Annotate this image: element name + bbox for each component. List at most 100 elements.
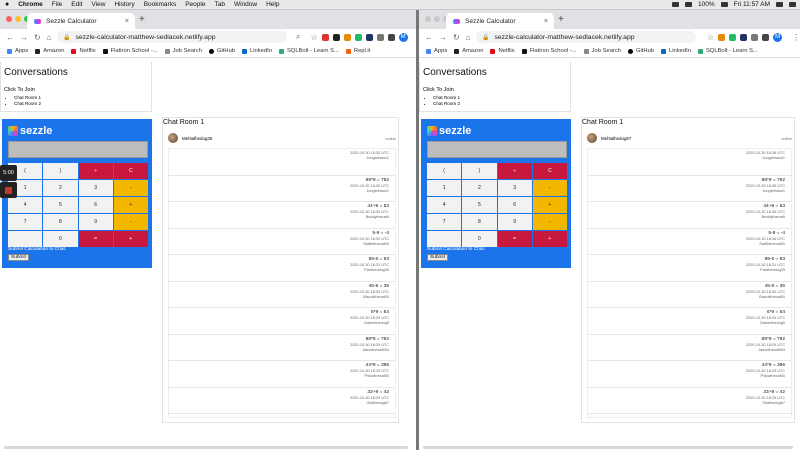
forward-icon[interactable]: → [20, 33, 28, 42]
browser-tab[interactable]: Sezzle Calculator × [446, 13, 554, 29]
bookmark-replit[interactable]: Repl.it [345, 48, 370, 54]
bookmark-amazon[interactable]: Amazon [35, 48, 64, 54]
key-2[interactable]: 2 [43, 180, 78, 196]
bookmark-flatiron[interactable]: Flatiron School -... [102, 48, 158, 54]
key-5[interactable]: 5 [43, 197, 78, 213]
key-clear[interactable]: C [532, 163, 567, 179]
bookmark-github[interactable]: GitHub [208, 48, 235, 54]
back-icon[interactable]: ← [6, 33, 14, 42]
key-subtract[interactable]: - [532, 214, 567, 230]
menu-view[interactable]: View [91, 1, 105, 8]
key-0[interactable]: 0 [43, 231, 78, 247]
menu-file[interactable]: File [52, 1, 62, 8]
extension-icon[interactable] [332, 33, 340, 41]
horizontal-scrollbar[interactable] [4, 446, 408, 449]
bookmark-star-icon[interactable]: ☆ [310, 33, 317, 42]
search-icon[interactable] [776, 2, 783, 7]
key-divide[interactable]: ÷ [497, 163, 532, 179]
browser-tab[interactable]: Sezzle Calculator × [27, 13, 135, 29]
key-plus[interactable]: + [532, 197, 567, 213]
extension-icon[interactable] [740, 33, 748, 41]
key-3[interactable]: 3 [497, 180, 532, 196]
room-link-2[interactable]: Chat Room 2 [433, 101, 570, 107]
reload-icon[interactable]: ↻ [453, 33, 460, 42]
key-6[interactable]: 6 [78, 197, 113, 213]
key-plus[interactable]: + [113, 197, 148, 213]
lock-icon[interactable]: 🔒 [482, 34, 489, 41]
key-subtract[interactable]: - [113, 214, 148, 230]
key-open-paren[interactable]: ( [427, 163, 462, 179]
status-icon[interactable] [672, 2, 679, 7]
horizontal-scrollbar[interactable] [423, 446, 793, 449]
bookmark-sqlbolt[interactable]: SQLBolt - Learn S... [278, 48, 339, 54]
extension-icon[interactable] [718, 33, 726, 41]
forward-icon[interactable]: → [439, 33, 447, 42]
key-3[interactable]: 3 [78, 180, 113, 196]
key-add[interactable]: + [532, 231, 567, 247]
key-4[interactable]: 4 [8, 197, 43, 213]
menu-help[interactable]: Help [266, 1, 279, 8]
key-divide[interactable]: ÷ [78, 163, 113, 179]
extension-icon[interactable] [751, 33, 759, 41]
bookmark-apps[interactable]: Apps [7, 48, 28, 54]
minimize-window-icon[interactable] [434, 16, 440, 22]
extension-icon[interactable] [729, 33, 737, 41]
key-close-paren[interactable]: ) [462, 163, 497, 179]
bookmark-job-search[interactable]: Job Search [583, 48, 621, 54]
more-menu-icon[interactable]: ⋮ [792, 33, 800, 42]
key-9[interactable]: 9 [78, 214, 113, 230]
menu-edit[interactable]: Edit [71, 1, 82, 8]
key-9[interactable]: 9 [497, 214, 532, 230]
extension-icon[interactable] [321, 33, 329, 41]
menu-history[interactable]: History [114, 1, 134, 8]
key-1[interactable]: 1 [427, 180, 462, 196]
key-clear[interactable]: C [113, 163, 148, 179]
menu-tab[interactable]: Tab [214, 1, 224, 8]
close-window-icon[interactable] [6, 16, 12, 22]
profile-avatar[interactable]: M [773, 32, 783, 42]
stop-recording-button[interactable] [0, 182, 17, 198]
key-minus[interactable]: - [532, 180, 567, 196]
minimize-window-icon[interactable] [15, 16, 21, 22]
message-list[interactable]: 2020-10-30 18:30 UTC Junglethanz1 88*9 = … [168, 148, 396, 418]
key-8[interactable]: 8 [462, 214, 497, 230]
submit-button[interactable]: Submit [427, 254, 448, 261]
key-add[interactable]: + [113, 231, 148, 247]
profile-avatar[interactable]: M [398, 32, 408, 42]
menu-window[interactable]: Window [234, 1, 257, 8]
room-link-2[interactable]: Chat Room 2 [14, 101, 151, 107]
new-tab-icon[interactable]: + [558, 14, 564, 25]
key-5[interactable]: 5 [462, 197, 497, 213]
key-equals[interactable]: = [78, 231, 113, 247]
wifi-icon[interactable] [685, 2, 692, 7]
key-2[interactable]: 2 [462, 180, 497, 196]
extension-icon[interactable] [365, 33, 373, 41]
key-equals[interactable]: = [497, 231, 532, 247]
key-close-paren[interactable]: ) [43, 163, 78, 179]
tab-close-icon[interactable]: × [125, 18, 129, 25]
key-4[interactable]: 4 [427, 197, 462, 213]
bookmark-apps[interactable]: Apps [426, 48, 447, 54]
extension-icon[interactable] [354, 33, 362, 41]
bookmark-job-search[interactable]: Job Search [164, 48, 202, 54]
menu-people[interactable]: People [185, 1, 205, 8]
bookmark-linkedin[interactable]: LinkedIn [661, 48, 691, 54]
tab-close-icon[interactable]: × [544, 18, 548, 25]
home-icon[interactable]: ⌂ [466, 33, 471, 42]
bookmark-netflix[interactable]: Netflix [71, 48, 96, 54]
key-blank[interactable] [8, 231, 43, 247]
key-8[interactable]: 8 [43, 214, 78, 230]
bookmark-sqlbolt[interactable]: SQLBolt - Learn S... [697, 48, 758, 54]
address-bar[interactable]: 🔒 sezzle-calculator-matthew-sedlacek.net… [476, 31, 696, 43]
key-7[interactable]: 7 [427, 214, 462, 230]
bookmark-star-icon[interactable]: ☆ [707, 33, 714, 42]
battery-percent[interactable]: 100% [698, 1, 715, 8]
reload-icon[interactable]: ↻ [34, 33, 41, 42]
close-window-icon[interactable] [425, 16, 431, 22]
back-icon[interactable]: ← [425, 33, 433, 42]
menu-bookmarks[interactable]: Bookmarks [144, 1, 177, 8]
extensions-puzzle-icon[interactable] [387, 33, 395, 41]
key-minus[interactable]: - [113, 180, 148, 196]
bookmark-github[interactable]: GitHub [627, 48, 654, 54]
menu-app[interactable]: Chrome [18, 1, 43, 8]
